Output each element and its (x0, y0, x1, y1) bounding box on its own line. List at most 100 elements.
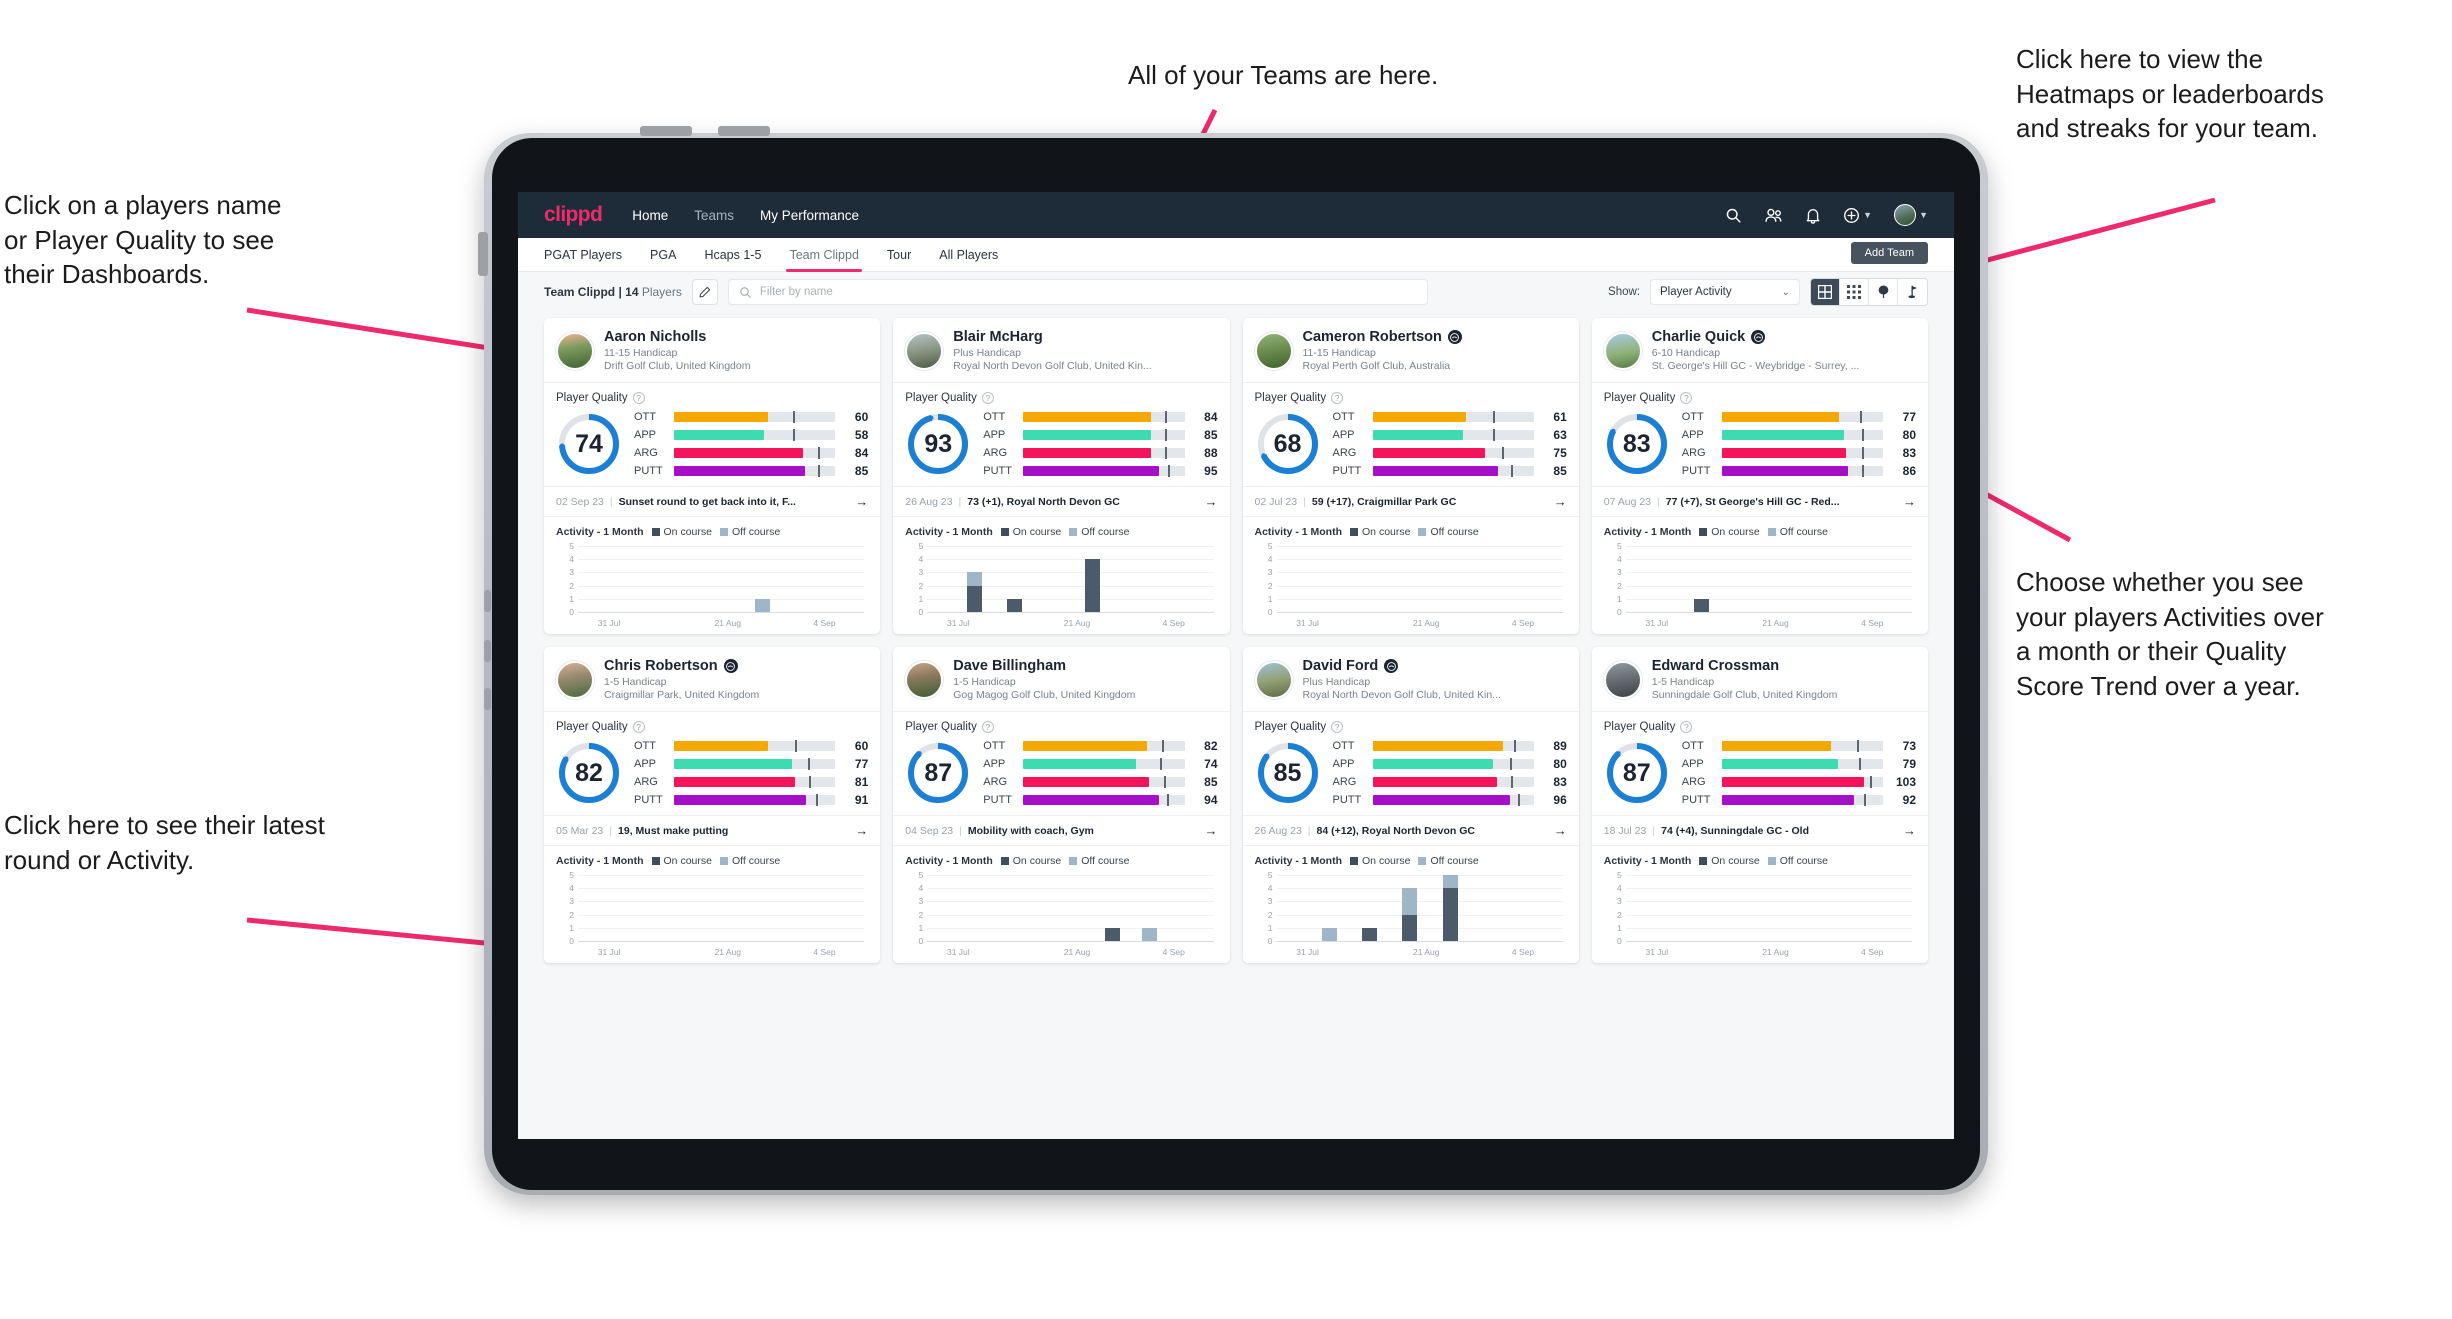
question-icon[interactable]: ? (1331, 721, 1344, 733)
latest-round-row[interactable]: 05 Mar 23 | 19, Must make putting → (544, 815, 881, 845)
player-quality-section[interactable]: Player Quality ? 85 OTT 89 APP 80 ARG 83… (1242, 711, 1579, 815)
quality-row: 82 OTT 60 APP 77 ARG 81 PUTT 91 (556, 739, 868, 807)
tab-team-clippd[interactable]: Team Clippd (786, 238, 863, 272)
latest-round-row[interactable]: 02 Jul 23 | 59 (+17), Craigmillar Park G… (1242, 486, 1579, 516)
tab-hcaps-1-5[interactable]: Hcaps 1-5 (704, 238, 761, 272)
player-name[interactable]: Chris Robertson (604, 658, 718, 674)
metric-value: 73 (1902, 739, 1916, 753)
player-header[interactable]: Aaron Nicholls 11-15 Handicap Drift Golf… (544, 318, 880, 382)
metric-bars: OTT 84 APP 85 ARG 88 PUTT 95 (983, 410, 1217, 478)
player-header[interactable]: Blair McHarg Plus Handicap Royal North D… (893, 318, 1229, 382)
search-input-wrapper[interactable] (727, 279, 1428, 305)
legend-off-course: Off course (1418, 855, 1479, 867)
question-icon[interactable]: ? (981, 721, 994, 733)
metric-row: ARG 88 (983, 446, 1217, 460)
latest-round-row[interactable]: 04 Sep 23 | Mobility with coach, Gym → (893, 815, 1230, 845)
player-quality-section[interactable]: Player Quality ? 74 OTT 60 APP 58 ARG 84… (544, 382, 881, 486)
clippd-logo[interactable]: clippd (544, 203, 603, 227)
show-select[interactable]: Player Activity ⌄ (1650, 279, 1800, 305)
player-name[interactable]: David Ford (1303, 658, 1379, 674)
player-header[interactable]: Chris Robertson 1-5 Handicap Craigmillar… (544, 647, 880, 711)
player-header[interactable]: Edward Crossman 1-5 Handicap Sunningdale… (1592, 647, 1928, 711)
player-name[interactable]: Edward Crossman (1652, 658, 1779, 674)
player-quality-section[interactable]: Player Quality ? 87 OTT 82 APP 74 ARG 85… (893, 711, 1230, 815)
player-quality-section[interactable]: Player Quality ? 83 OTT 77 APP 80 ARG 83… (1591, 382, 1928, 486)
metric-bar-track (674, 758, 836, 770)
player-name[interactable]: Cameron Robertson (1303, 329, 1442, 345)
chart-plot-area: 5 4 3 2 1 0 (1268, 541, 1563, 617)
tab-pgat-players[interactable]: PGAT Players (544, 238, 622, 272)
arrow-right-icon[interactable]: → (1554, 494, 1567, 509)
arrow-right-icon[interactable]: → (1903, 494, 1916, 509)
tab-pga[interactable]: PGA (650, 238, 676, 272)
avatar[interactable]: ▼ (1894, 204, 1928, 226)
filter-toolbar: Team Clippd | 14 Players Show: Player Ac… (518, 272, 1954, 312)
question-icon[interactable]: ? (1331, 392, 1344, 404)
nav-link-my-performance[interactable]: My Performance (760, 208, 859, 223)
tab-all-players[interactable]: All Players (939, 238, 998, 272)
metric-row: ARG 83 (1333, 775, 1567, 789)
metric-label: PUTT (1332, 794, 1362, 806)
metric-row: APP 80 (1333, 757, 1567, 771)
search-input[interactable] (759, 286, 1417, 298)
player-name[interactable]: Dave Billingham (953, 658, 1066, 674)
player-card[interactable]: Dave Billingham 1-5 Handicap Gog Magog G… (893, 647, 1230, 963)
question-icon[interactable]: ? (1680, 392, 1693, 404)
player-handicap: 11-15 Handicap (604, 347, 678, 359)
grid-small-view-button[interactable] (1840, 279, 1869, 305)
arrow-right-icon[interactable]: → (855, 494, 868, 509)
latest-round-row[interactable]: 02 Sep 23 | Sunset round to get back int… (544, 486, 881, 516)
leaderboard-view-button[interactable] (1898, 279, 1927, 305)
player-card[interactable]: Cameron Robertson 11-15 Handicap Royal P… (1242, 318, 1579, 634)
player-name[interactable]: Aaron Nicholls (604, 329, 706, 345)
latest-round-row[interactable]: 26 Aug 23 | 84 (+12), Royal North Devon … (1242, 815, 1579, 845)
arrow-right-icon[interactable]: → (1205, 494, 1218, 509)
arrow-right-icon[interactable]: → (1205, 823, 1218, 838)
arrow-right-icon[interactable]: → (1903, 823, 1916, 838)
player-quality-section[interactable]: Player Quality ? 87 OTT 73 APP 79 ARG 10… (1591, 711, 1928, 815)
player-header[interactable]: Cameron Robertson 11-15 Handicap Royal P… (1243, 318, 1579, 382)
legend-off-course: Off course (719, 526, 780, 538)
question-icon[interactable]: ? (981, 392, 994, 404)
question-icon[interactable]: ? (632, 721, 645, 733)
arrow-right-icon[interactable]: → (1554, 823, 1567, 838)
verified-badge-icon (1384, 659, 1399, 673)
player-card[interactable]: Edward Crossman 1-5 Handicap Sunningdale… (1591, 647, 1928, 963)
y-axis-tick: 2 (569, 580, 574, 591)
heatmap-view-button[interactable] (1869, 279, 1898, 305)
plus-circle-icon[interactable]: ▼ (1843, 207, 1872, 224)
question-icon[interactable]: ? (1680, 721, 1693, 733)
metric-bar-track (1023, 794, 1185, 806)
player-card[interactable]: Blair McHarg Plus Handicap Royal North D… (893, 318, 1230, 634)
pencil-icon[interactable] (691, 279, 718, 305)
avatar (556, 660, 594, 699)
people-icon[interactable] (1764, 207, 1783, 224)
player-quality-section[interactable]: Player Quality ? 68 OTT 61 APP 63 ARG 75… (1242, 382, 1579, 486)
nav-link-home[interactable]: Home (632, 208, 668, 223)
player-quality-section[interactable]: Player Quality ? 93 OTT 84 APP 85 ARG 88… (893, 382, 1230, 486)
player-header[interactable]: David Ford Plus Handicap Royal North Dev… (1243, 647, 1579, 711)
player-quality-section[interactable]: Player Quality ? 82 OTT 60 APP 77 ARG 81… (544, 711, 881, 815)
player-card[interactable]: Charlie Quick 6-10 Handicap St. George's… (1591, 318, 1928, 634)
add-team-button[interactable]: Add Team (1850, 242, 1928, 264)
metric-bar-track (674, 776, 836, 788)
question-icon[interactable]: ? (632, 392, 645, 404)
grid-large-view-button[interactable] (1811, 279, 1840, 305)
metric-bar-track (1372, 740, 1534, 752)
player-quality-label: Player Quality (905, 392, 977, 404)
bell-icon[interactable] (1805, 207, 1821, 224)
tab-tour[interactable]: Tour (887, 238, 911, 272)
search-icon[interactable] (1725, 207, 1742, 224)
player-name[interactable]: Blair McHarg (953, 329, 1042, 345)
player-card[interactable]: Chris Robertson 1-5 Handicap Craigmillar… (544, 647, 881, 963)
arrow-right-icon[interactable]: → (855, 823, 868, 838)
player-header[interactable]: Dave Billingham 1-5 Handicap Gog Magog G… (893, 647, 1229, 711)
player-card[interactable]: Aaron Nicholls 11-15 Handicap Drift Golf… (544, 318, 881, 634)
player-card[interactable]: David Ford Plus Handicap Royal North Dev… (1242, 647, 1579, 963)
latest-round-row[interactable]: 26 Aug 23 | 73 (+1), Royal North Devon G… (893, 486, 1230, 516)
player-header[interactable]: Charlie Quick 6-10 Handicap St. George's… (1592, 318, 1928, 382)
player-name[interactable]: Charlie Quick (1652, 329, 1745, 345)
latest-round-row[interactable]: 18 Jul 23 | 74 (+4), Sunningdale GC - Ol… (1591, 815, 1928, 845)
nav-link-teams[interactable]: Teams (694, 208, 734, 223)
latest-round-row[interactable]: 07 Aug 23 | 77 (+7), St George's Hill GC… (1591, 486, 1928, 516)
